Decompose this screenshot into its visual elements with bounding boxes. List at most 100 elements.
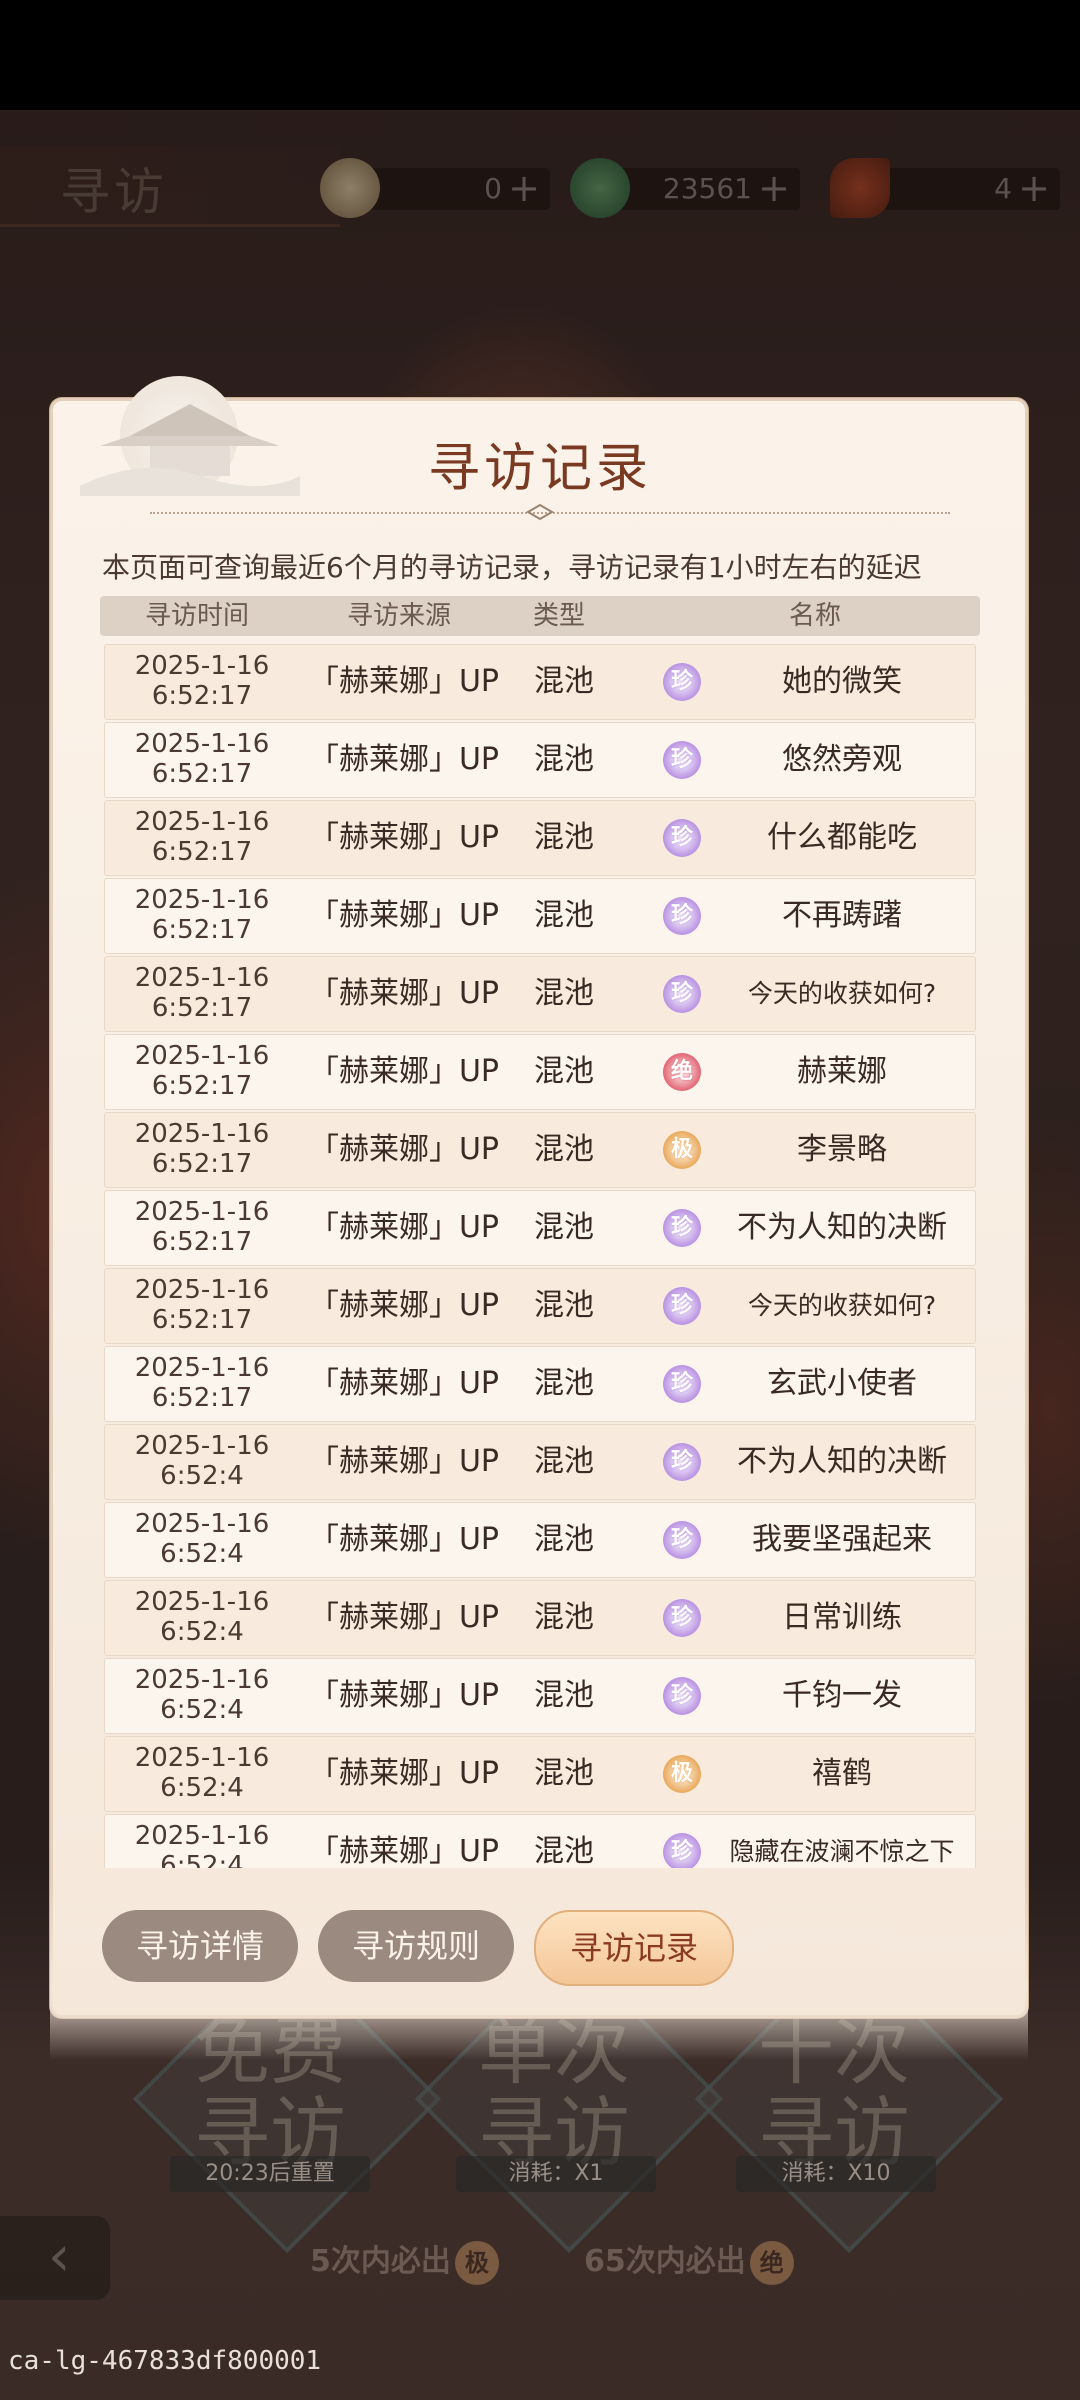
record-time: 2025-1-16 6:52:17	[105, 729, 299, 789]
table-row: 2025-1-16 6:52:4 「赫莱娜」UP 混池 珍隐藏在波澜不惊之下	[104, 1814, 976, 1868]
record-type: 混池	[534, 1054, 594, 1089]
record-clock: 6:52:4	[160, 1851, 244, 1868]
record-name: 赫莱娜	[797, 1054, 887, 1089]
rarity-badge-icon: 珍	[663, 1287, 701, 1325]
guarantee-ji: 5次内必出极	[310, 2236, 499, 2285]
record-source: 「赫莱娜」UP	[308, 1756, 500, 1791]
record-type: 混池	[534, 1678, 594, 1713]
table-row: 2025-1-16 6:52:17 「赫莱娜」UP 混池 珍 什么都能吃	[104, 800, 976, 876]
table-row: 2025-1-16 6:52:4 「赫莱娜」UP 混池 极 禧鹤	[104, 1736, 976, 1812]
record-type: 混池	[534, 1210, 594, 1245]
record-type: 混池	[534, 1600, 594, 1635]
record-type: 混池	[534, 1288, 594, 1323]
record-name: 悠然旁观	[782, 742, 902, 777]
rarity-badge-icon: 珍	[663, 819, 701, 857]
record-clock: 6:52:17	[151, 837, 253, 867]
record-source: 「赫莱娜」UP	[308, 1054, 500, 1089]
record-name: 今天的收获如何?	[747, 1291, 937, 1320]
record-date: 2025-1-16	[134, 807, 270, 837]
table-row: 2025-1-16 6:52:17 「赫莱娜」UP 混池 极 李景略	[104, 1112, 976, 1188]
rarity-badge-icon: 珍	[663, 975, 701, 1013]
record-time: 2025-1-16 6:52:17	[105, 1353, 299, 1413]
table-row: 2025-1-16 6:52:17 「赫莱娜」UP 混池 珍 她的微笑	[104, 644, 976, 720]
record-type: 混池	[534, 1834, 594, 1868]
tab-draw-records[interactable]: 寻访记录	[534, 1910, 734, 1986]
modal-tabs: 寻访详情 寻访规则 寻访记录	[0, 1910, 1080, 1986]
record-time: 2025-1-16 6:52:4	[105, 1431, 299, 1491]
record-date: 2025-1-16	[134, 729, 270, 759]
table-row: 2025-1-16 6:52:17 「赫莱娜」UP 混池 绝 赫莱娜	[104, 1034, 976, 1110]
table-row: 2025-1-16 6:52:17 「赫莱娜」UP 混池 珍 不为人知的决断	[104, 1190, 976, 1266]
record-source: 「赫莱娜」UP	[308, 1366, 500, 1401]
record-type: 混池	[534, 1366, 594, 1401]
build-id: ca-lg-467833df800001	[8, 2346, 322, 2376]
record-time: 2025-1-16 6:52:17	[105, 807, 299, 867]
rarity-badge-icon: 珍	[663, 1677, 701, 1715]
record-clock: 6:52:17	[151, 993, 253, 1023]
record-type: 混池	[534, 1132, 594, 1167]
record-name: 不为人知的决断	[737, 1210, 947, 1245]
record-name: 千钧一发	[782, 1678, 902, 1713]
record-clock: 6:52:4	[160, 1617, 244, 1647]
table-row: 2025-1-16 6:52:17 「赫莱娜」UP 混池 珍 悠然旁观	[104, 722, 976, 798]
guarantee-ji-text: 5次内必出	[310, 2244, 451, 2279]
rarity-badge-icon: 极	[663, 1755, 701, 1793]
status-bar	[0, 0, 1080, 110]
table-row: 2025-1-16 6:52:4 「赫莱娜」UP 混池 珍 千钧一发	[104, 1658, 976, 1734]
rarity-badge-icon: 珍	[663, 897, 701, 935]
record-name: 隐藏在波澜不惊之下	[729, 1837, 955, 1866]
record-name: 玄武小使者	[767, 1366, 917, 1401]
ten-draw-cost: 消耗：X10	[736, 2156, 936, 2192]
table-row: 2025-1-16 6:52:4 「赫莱娜」UP 混池 珍 不为人知的决断	[104, 1424, 976, 1500]
record-clock: 6:52:17	[151, 1149, 253, 1179]
column-header-source: 寻访来源	[346, 601, 451, 631]
rarity-badge-icon: 绝	[663, 1053, 701, 1091]
back-button[interactable]: ‹	[0, 2216, 110, 2300]
record-source: 「赫莱娜」UP	[308, 898, 500, 933]
record-source: 「赫莱娜」UP	[308, 1678, 500, 1713]
record-clock: 6:52:17	[151, 1383, 253, 1413]
record-source: 「赫莱娜」UP	[308, 1132, 500, 1167]
records-list[interactable]: 2025-1-16 6:52:17 「赫莱娜」UP 混池珍她的微笑 2025-1-16 6…	[100, 644, 978, 1868]
divider-ornament-icon	[526, 503, 554, 521]
record-time: 2025-1-16 6:52:4	[105, 1587, 299, 1647]
record-time: 2025-1-16 6:52:4	[105, 1665, 299, 1725]
record-name: 不再踌躇	[782, 898, 902, 933]
record-date: 2025-1-16	[134, 651, 270, 681]
modal-title: 寻访记录	[427, 439, 652, 499]
record-source: 「赫莱娜」UP	[308, 1834, 500, 1868]
record-clock: 6:52:4	[160, 1695, 244, 1725]
free-draw-reset-timer: 20:23后重置	[170, 2156, 370, 2192]
record-time: 2025-1-16 6:52:17	[105, 1119, 299, 1179]
record-date: 2025-1-16	[134, 1587, 270, 1617]
table-row: 2025-1-16 6:52:17 「赫莱娜」UP 混池 珍 玄武小使者	[104, 1346, 976, 1422]
record-clock: 6:52:17	[151, 1227, 253, 1257]
table-row: 2025-1-16 6:52:17 「赫莱娜」UP 混池 珍 今天的收获如何?	[104, 1268, 976, 1344]
table-header: 寻访时间 寻访来源 类型 名称	[100, 596, 980, 636]
tab-draw-details[interactable]: 寻访详情	[102, 1910, 298, 1982]
column-header-name: 名称	[788, 601, 841, 631]
record-source: 「赫莱娜」UP	[308, 1522, 500, 1557]
record-type: 混池	[534, 820, 594, 855]
record-name: 什么都能吃	[767, 820, 917, 855]
rarity-badge-icon: 珍	[663, 1833, 701, 1868]
record-time: 2025-1-16 6:52:17	[105, 963, 299, 1023]
record-date: 2025-1-16	[134, 1119, 270, 1149]
rarity-badge-icon: 极	[663, 1131, 701, 1169]
rarity-badge-icon: 珍	[663, 1599, 701, 1637]
record-time: 2025-1-16 6:52:4	[105, 1743, 299, 1803]
record-date: 2025-1-16	[134, 1743, 270, 1773]
record-name: 禧鹤	[812, 1756, 872, 1791]
record-time: 2025-1-16 6:52:17	[105, 885, 299, 945]
record-clock: 6:52:4	[160, 1773, 244, 1803]
rarity-ji-icon: 极	[454, 2240, 499, 2285]
record-name: 她的微笑	[782, 664, 902, 699]
record-type: 混池	[534, 976, 594, 1011]
tab-draw-rules[interactable]: 寻访规则	[318, 1910, 514, 1982]
record-time: 2025-1-16 6:52:17	[105, 1197, 299, 1257]
record-source: 「赫莱娜」UP	[308, 742, 500, 777]
record-date: 2025-1-16	[134, 1353, 270, 1383]
record-clock: 6:52:4	[160, 1539, 244, 1569]
record-time: 2025-1-16 6:52:4	[105, 1509, 299, 1569]
record-date: 2025-1-16	[134, 963, 270, 993]
